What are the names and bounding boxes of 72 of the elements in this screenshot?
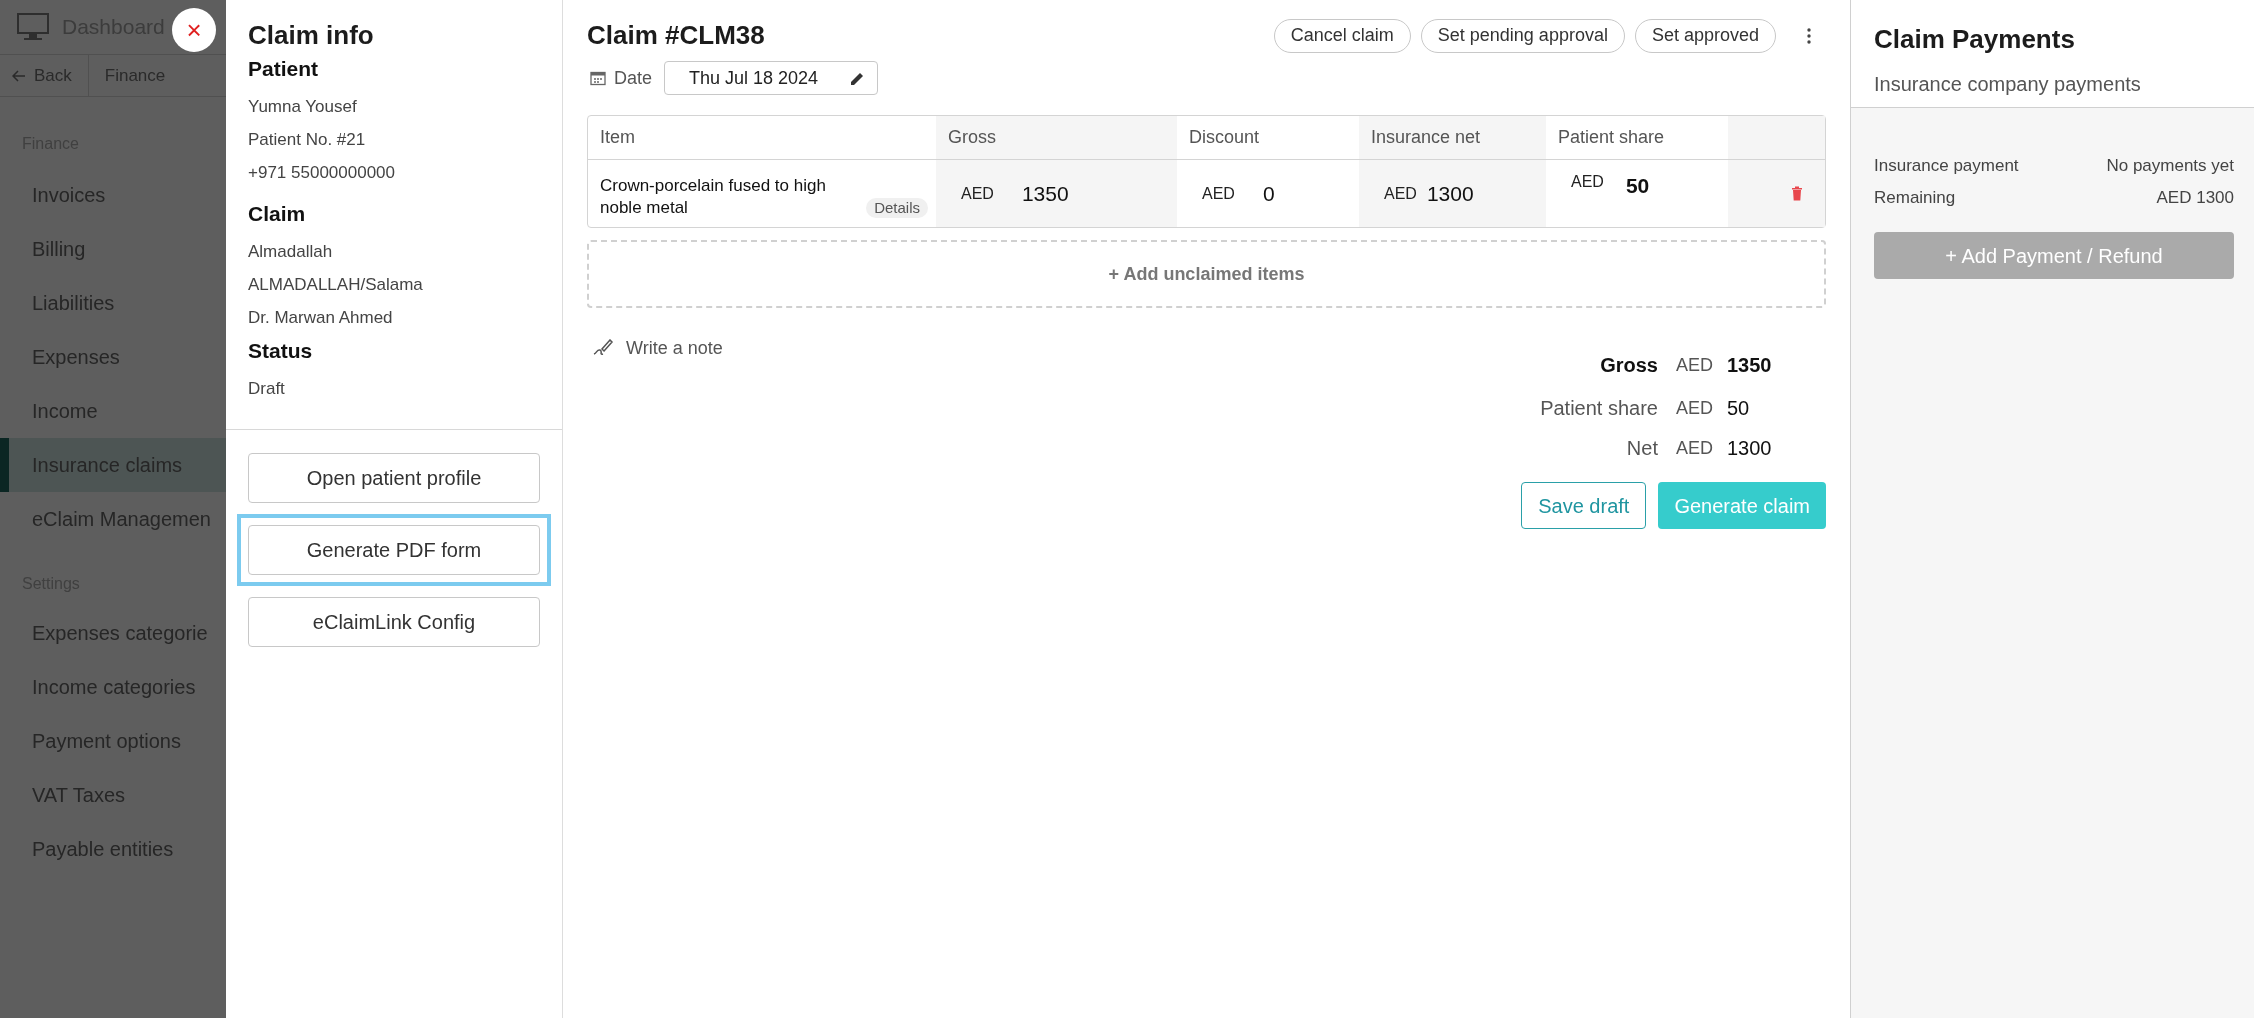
currency-label: AED [1676, 436, 1713, 460]
details-badge[interactable]: Details [866, 198, 928, 218]
row-value: No payments yet [2106, 155, 2234, 177]
row-label: Remaining [1874, 187, 1956, 209]
currency-label: AED [961, 183, 994, 204]
sidebar-item[interactable]: Invoices [0, 168, 226, 222]
pencil-icon[interactable] [850, 70, 866, 86]
info-text: Dr. Marwan Ahmed [248, 307, 394, 329]
sidebar-item[interactable]: eClaim Managemen [0, 492, 226, 546]
date-label: Date [614, 66, 653, 90]
pill-button[interactable]: Set pending approval [1420, 18, 1625, 53]
row-value: AED 1300 [2156, 187, 2234, 209]
total-label: Gross [1599, 353, 1658, 378]
info-text: +971 55000000000 [248, 162, 396, 184]
column-header: Discount [1189, 126, 1260, 149]
currency-label: AED [1571, 172, 1604, 192]
save-draft-button[interactable]: Save draft [1521, 482, 1647, 529]
monitor-icon [16, 12, 50, 42]
panel-title: Claim info [248, 20, 375, 50]
sidebar-item[interactable]: VAT Taxes [0, 768, 226, 822]
add-payment-button[interactable]: + Add Payment / Refund [1874, 232, 2234, 279]
sidebar-item[interactable]: Income categories [0, 660, 226, 714]
section-heading: Status [248, 338, 314, 364]
item-name: Crown-porcelain fused to high noble metal [600, 175, 827, 219]
section-heading: Claim [248, 201, 307, 227]
sidebar-item[interactable]: Payment options [0, 714, 226, 768]
sidebar-item[interactable]: Expenses categorie [0, 606, 226, 660]
claim-title: Claim #CLM38 [587, 19, 765, 52]
info-text: Yumna Yousef [248, 96, 358, 118]
calendar-icon [590, 70, 606, 86]
amount-value: 50 [1625, 173, 1650, 199]
amount-value: 1300 [1426, 180, 1474, 207]
section-heading: Patient [248, 56, 319, 82]
info-text: Almadallah [248, 241, 334, 263]
total-label: Patient share [1540, 396, 1658, 421]
arrow-left-icon [12, 69, 26, 82]
column-header: Patient share [1558, 126, 1665, 149]
sidebar-item[interactable]: Expenses [0, 330, 226, 384]
column-header: Item [600, 126, 635, 149]
action-button[interactable]: eClaimLink Config [248, 597, 540, 647]
amount-value: 0 [1262, 180, 1275, 207]
total-value: 50 [1727, 396, 1751, 421]
sidebar-item[interactable]: Payable entities [0, 822, 226, 876]
currency-label: AED [1676, 353, 1713, 377]
action-button[interactable]: Generate PDF form [248, 525, 540, 575]
total-value: 1300 [1727, 436, 1773, 461]
trash-icon[interactable] [1791, 186, 1803, 201]
pill-button[interactable]: Set approved [1634, 18, 1776, 53]
row-label: Insurance payment [1874, 155, 2019, 177]
total-label: Net [1625, 436, 1658, 461]
date-field[interactable]: Thu Jul 18 2024 [664, 61, 879, 95]
info-text: ALMADALLAH/Salama [248, 274, 424, 296]
action-button[interactable]: Open patient profile [248, 453, 540, 503]
pencil-icon [592, 339, 614, 357]
write-note-button[interactable]: Write a note [592, 336, 723, 360]
pill-button[interactable]: Cancel claim [1273, 18, 1411, 53]
info-text: Draft [248, 378, 286, 400]
generate-claim-button[interactable]: Generate claim [1658, 482, 1826, 529]
total-value: 1350 [1727, 353, 1773, 378]
currency-label: AED [1676, 396, 1713, 420]
column-header: Insurance net [1371, 126, 1481, 149]
panel-subtitle: Insurance company payments [1874, 72, 2142, 97]
sidebar-item[interactable]: Liabilities [0, 276, 226, 330]
amount-value: 1350 [1021, 180, 1069, 207]
currency-label: AED [1384, 183, 1417, 204]
currency-label: AED [1202, 183, 1235, 204]
add-items-button[interactable]: + Add unclaimed items [587, 240, 1826, 308]
sidebar-item[interactable]: Billing [0, 222, 226, 276]
sidebar-item[interactable]: Income [0, 384, 226, 438]
info-text: Patient No. #21 [248, 129, 367, 151]
column-header: Gross [948, 126, 996, 149]
panel-title: Claim Payments [1874, 23, 2076, 56]
